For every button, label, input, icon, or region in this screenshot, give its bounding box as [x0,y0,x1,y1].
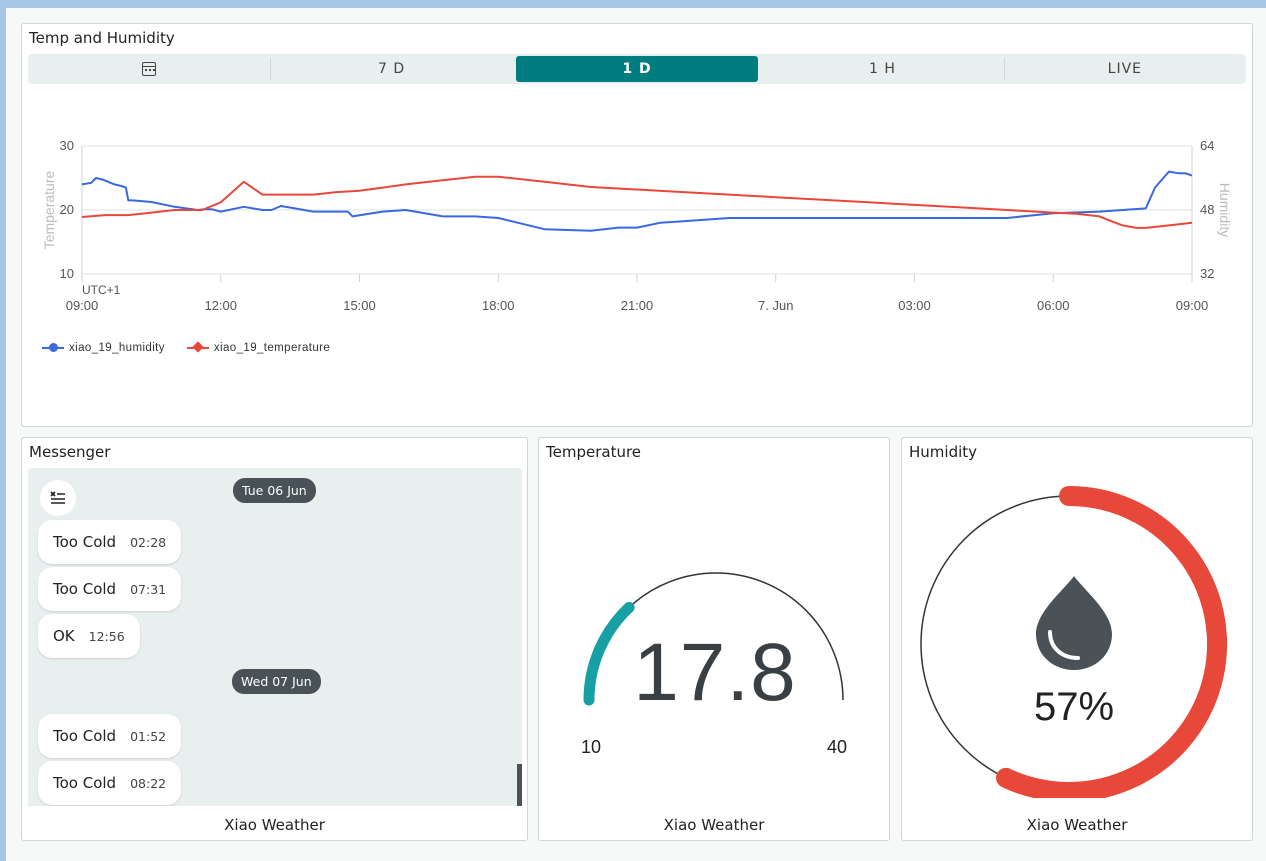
series-line-temperature [81,175,1193,229]
temp-humidity-card: Temp and Humidity 7 D 1 D 1 H LIVE 30 64 2… [21,23,1253,427]
gauge-min-label: 10 [581,737,601,757]
timezone-label: UTC+1 [82,283,121,297]
humidity-gauge: 57% [920,486,1228,798]
message-time: 01:52 [130,728,167,744]
date-separator: Tue 06 Jun [233,478,316,503]
message-bubble: Too Cold 07:31 [38,567,182,611]
legend-item-humidity[interactable]: xiao_19_humidity [42,342,165,354]
scrollbar-thumb[interactable] [517,764,522,806]
message-time: 08:22 [130,775,167,791]
gauge-max-label: 40 [827,737,847,757]
y-left-tick-label: 30 [60,138,74,153]
widget-footer: Xiao Weather [224,816,325,834]
line-chart: 30 64 20 48 10 32 09:00 12:00 15:00 18:00 21:00 7. … [41,138,1233,313]
widget-footer: Xiao Weather [1026,816,1128,834]
temperature-card: Temperature 17.8 10 40 Xiao Weather [538,437,890,841]
message-text: Too Cold [53,774,117,792]
message-bubble: OK 12:56 [38,614,140,658]
gauge-value: 17.8 [633,627,797,718]
messenger-card: Messenger Tue 06 Jun Too Cold 02:28 Too … [21,437,528,841]
x-tick-label: 09:00 [1176,298,1209,313]
y-right-tick-label: 32 [1200,266,1214,281]
tab-calendar[interactable] [28,56,270,82]
x-tick-label: 7. Jun [758,298,793,313]
tab-live[interactable]: LIVE [1003,56,1246,82]
message-text: OK [53,627,75,645]
message-time: 02:28 [130,534,167,550]
card-title: Temp and Humidity [29,29,175,47]
message-bubble: Too Cold 08:22 [38,761,182,805]
message-time: 07:31 [130,581,167,597]
clear-list-icon [50,491,65,504]
series-line-humidity [81,170,1193,232]
y-left-tick-label: 20 [60,202,74,217]
y-left-axis-title: Temperature [41,170,57,249]
clear-messages-button[interactable] [40,480,76,516]
x-tick-label: 03:00 [898,298,931,313]
legend-label-temperature: xiao_19_temperature [213,342,331,354]
legend-swatch-humidity [42,343,64,352]
card-title: Messenger [29,443,111,461]
message-bubble: Too Cold 02:28 [38,520,182,564]
time-range-tabs: 7 D 1 D 1 H LIVE [28,54,1246,84]
x-tick-label: 21:00 [621,298,654,313]
dashboard-canvas: Temp and Humidity 7 D 1 D 1 H LIVE 30 64 2… [6,8,1266,861]
widget-footer: Xiao Weather [663,816,765,834]
x-tick-label: 15:00 [343,298,376,313]
message-text: Too Cold [53,580,117,598]
message-bubble: Too Cold 01:52 [38,714,182,758]
tab-7d[interactable]: 7 D [270,56,512,82]
y-left-tick-label: 10 [60,266,74,281]
message-text: Too Cold [53,727,117,745]
card-title: Humidity [909,443,978,461]
x-tick-label: 12:00 [204,298,237,313]
tab-1h[interactable]: 1 H [761,56,1003,82]
y-right-axis-title: Humidity [1217,183,1233,237]
message-text: Too Cold [53,533,117,551]
tab-1d[interactable]: 1 D [515,56,759,82]
y-right-tick-label: 48 [1200,202,1214,217]
x-tick-label: 18:00 [482,298,515,313]
x-tick-label: 06:00 [1037,298,1070,313]
gauge-fill [583,601,635,706]
water-drop-icon [1036,576,1112,670]
y-right-tick-label: 64 [1200,138,1214,153]
x-tick-label: 09:00 [66,298,99,313]
humidity-card: Humidity 57% Xiao Weather [901,437,1253,841]
message-time: 12:56 [88,628,125,644]
date-separator: Wed 07 Jun [232,669,321,694]
calendar-icon [142,62,157,76]
temperature-gauge: 17.8 10 40 [581,572,847,757]
chart-legend: xiao_19_humidity xiao_19_temperature [42,341,331,354]
legend-item-temperature[interactable]: xiao_19_temperature [186,341,331,354]
legend-label-humidity: xiao_19_humidity [69,342,165,354]
gauge-value: 57% [1034,685,1114,729]
legend-swatch-temperature [186,341,209,353]
card-title: Temperature [546,443,642,461]
message-list[interactable]: Tue 06 Jun Too Cold 02:28 Too Cold 07:31… [28,468,522,806]
